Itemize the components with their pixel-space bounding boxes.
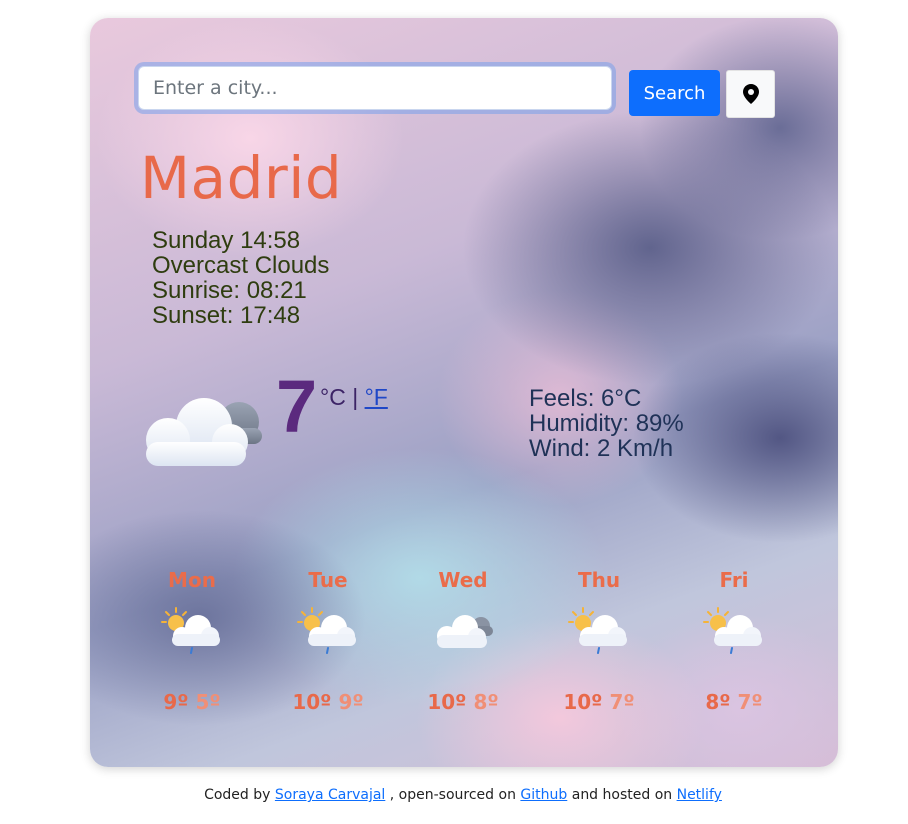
- forecast-day: Thu 10º 7º: [539, 568, 659, 714]
- unit-switcher: °C | °F: [320, 384, 388, 411]
- forecast-max: 9º: [163, 690, 189, 714]
- weather-details: Sunday 14:58 Overcast Clouds Sunrise: 08…: [152, 228, 329, 328]
- sunset-time: Sunset: 17:48: [152, 302, 301, 329]
- search-input[interactable]: [138, 66, 612, 110]
- forecast-temps: 9º 5º: [132, 690, 252, 714]
- forecast-min: 7º: [737, 690, 763, 714]
- forecast-day: Fri 8º 7º: [674, 568, 794, 714]
- forecast-day-name: Wed: [438, 568, 488, 592]
- forecast-day: Wed 10º 8º: [403, 568, 523, 714]
- celsius-unit: °C: [320, 384, 346, 410]
- forecast-day-name: Mon: [168, 568, 216, 592]
- fahrenheit-link[interactable]: °F: [365, 384, 388, 410]
- city-name: Madrid: [140, 144, 343, 212]
- forecast-max: 10º: [427, 690, 467, 714]
- forecast-min: 7º: [609, 690, 635, 714]
- forecast-temps: 10º 7º: [539, 690, 659, 714]
- overcast-clouds-icon: [146, 398, 262, 466]
- forecast-max: 10º: [292, 690, 332, 714]
- sun-cloud-rain-icon: [161, 607, 220, 654]
- overcast-clouds-icon: [437, 615, 493, 648]
- forecast-temps: 10º 8º: [403, 690, 523, 714]
- sun-cloud-rain-icon: [297, 607, 356, 654]
- forecast-day: Mon 9º 5º: [132, 568, 252, 714]
- sun-cloud-rain-icon: [703, 607, 762, 654]
- forecast-max: 8º: [705, 690, 731, 714]
- forecast-max: 10º: [563, 690, 603, 714]
- date-time: Sunday 14:58: [152, 227, 301, 254]
- weather-card: Search Madrid Sunday 14:58 Overcast Clou…: [90, 18, 838, 767]
- github-link[interactable]: Github: [520, 787, 567, 803]
- author-link[interactable]: Soraya Carvajal: [275, 787, 385, 803]
- weather-stats: Feels: 6°C Humidity: 89% Wind: 2 Km/h: [529, 386, 684, 461]
- feels-like: Feels: 6°C: [529, 385, 642, 412]
- current-temperature: 7: [276, 365, 318, 448]
- forecast-temps: 8º 7º: [674, 690, 794, 714]
- unit-separator: |: [352, 384, 359, 410]
- netlify-link[interactable]: Netlify: [677, 787, 722, 803]
- forecast-day-name: Tue: [308, 568, 348, 592]
- footer-middle-2: and hosted on: [571, 787, 673, 803]
- weather-description: Overcast Clouds: [152, 252, 330, 279]
- sunrise-time: Sunrise: 08:21: [152, 277, 307, 304]
- forecast-day-name: Thu: [577, 568, 621, 592]
- forecast-min: 5º: [195, 690, 221, 714]
- sun-cloud-rain-icon: [568, 607, 627, 654]
- current-location-button[interactable]: [726, 70, 775, 118]
- wind-speed: Wind: 2 Km/h: [529, 435, 674, 462]
- footer-middle: , open-sourced on: [389, 787, 516, 803]
- forecast-min: 9º: [338, 690, 364, 714]
- forecast-day-name: Fri: [719, 568, 749, 592]
- forecast-row: Mon 9º 5º Tue 10º 9º Wed 10º 8º Thu 10º …: [90, 568, 838, 738]
- map-pin-icon: [742, 84, 759, 104]
- humidity: Humidity: 89%: [529, 410, 684, 437]
- forecast-temps: 10º 9º: [268, 690, 388, 714]
- forecast-min: 8º: [473, 690, 499, 714]
- footer: Coded by Soraya Carvajal , open-sourced …: [0, 787, 908, 803]
- search-button[interactable]: Search: [629, 70, 720, 116]
- forecast-day: Tue 10º 9º: [268, 568, 388, 714]
- footer-prefix: Coded by: [204, 787, 271, 803]
